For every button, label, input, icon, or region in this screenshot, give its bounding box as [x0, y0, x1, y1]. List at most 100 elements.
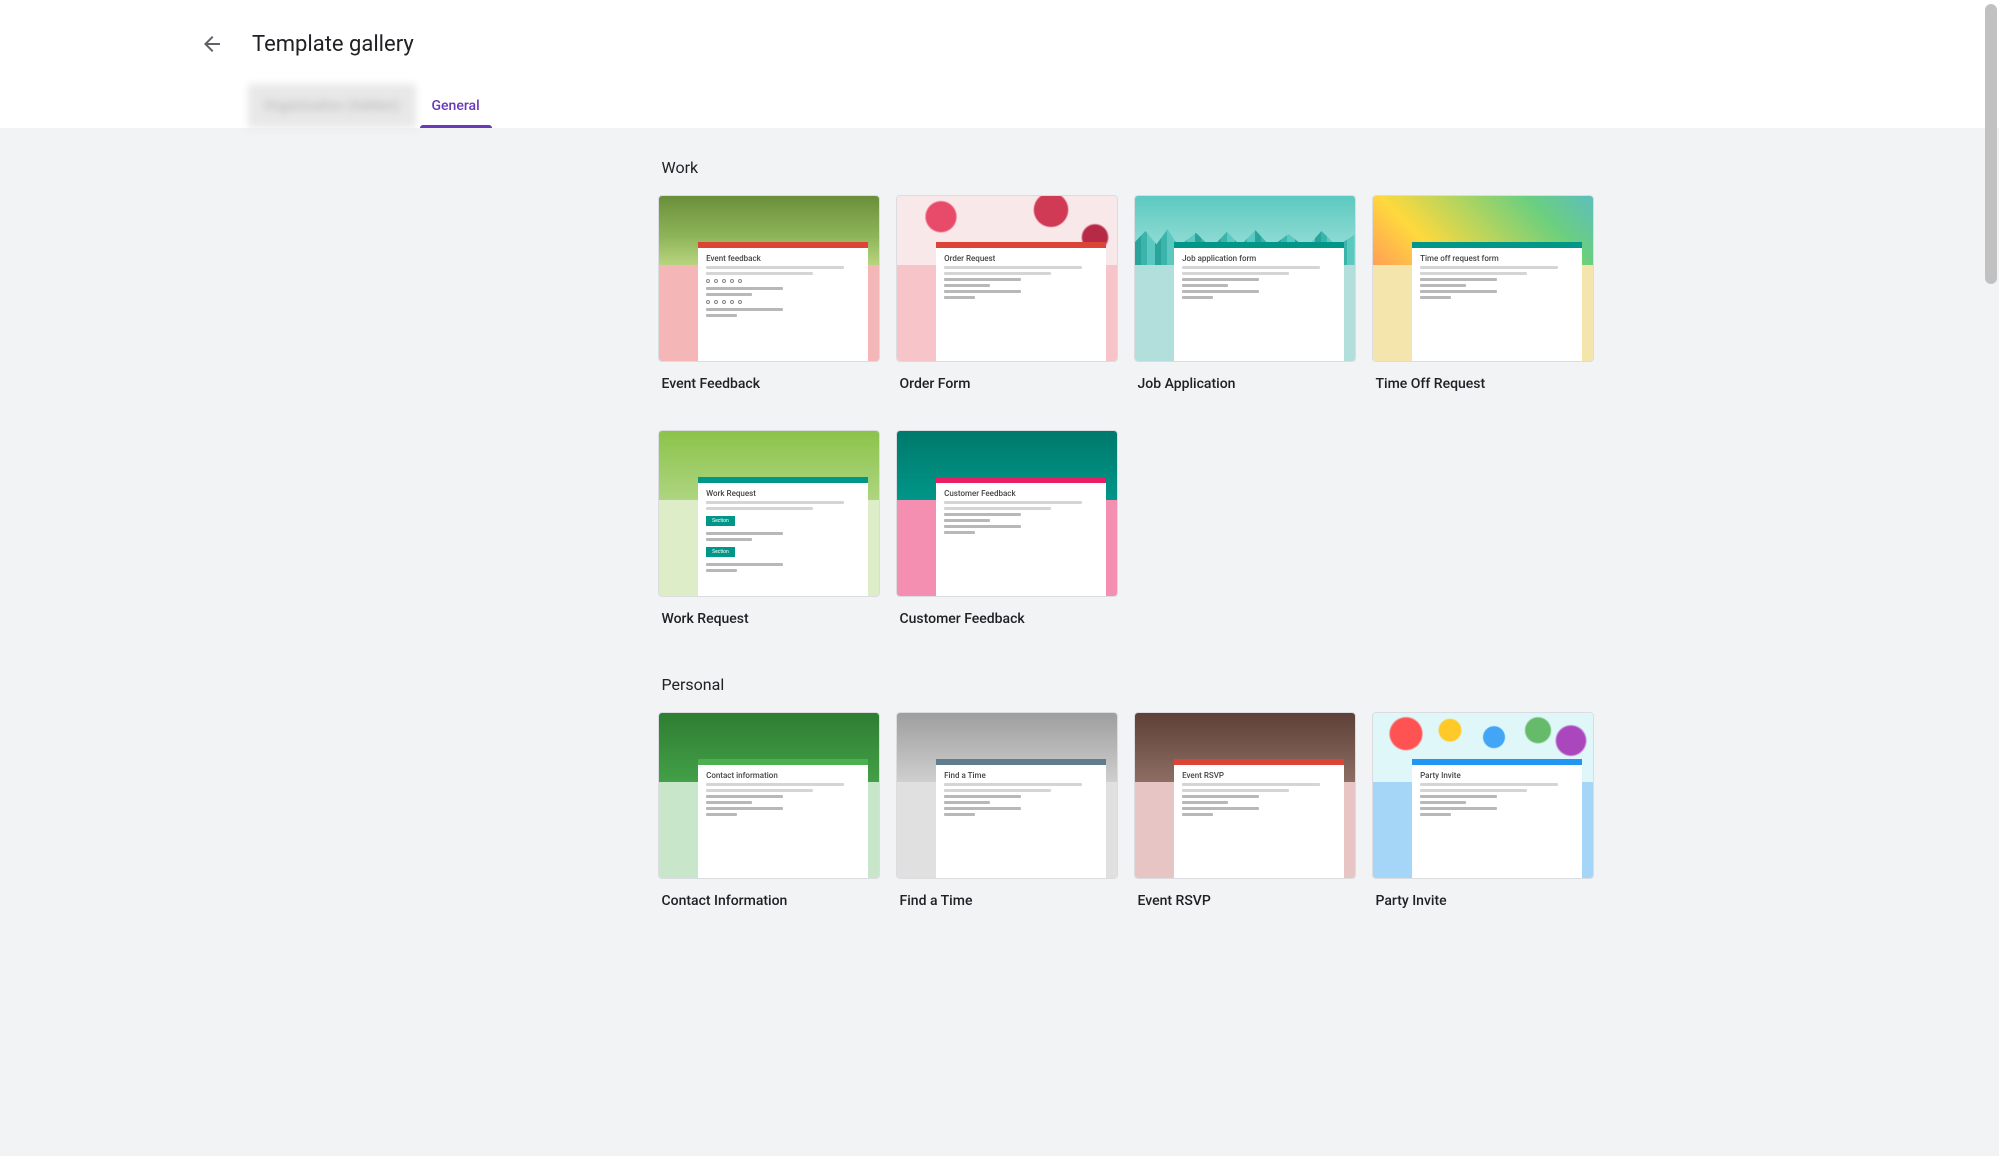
thumb-line: [706, 293, 752, 296]
header: Template gallery: [0, 0, 1999, 84]
template-thumb: Event RSVP: [1134, 712, 1356, 879]
template-card-event-rsvp[interactable]: Event RSVP Event RSVP: [1134, 712, 1356, 909]
template-title: Time Off Request: [1372, 376, 1594, 392]
thumb-line: [1420, 266, 1558, 269]
thumb-section-badge: Section: [706, 516, 735, 526]
template-card-job-application[interactable]: Job application form Job Application: [1134, 195, 1356, 392]
thumb-line: [706, 308, 783, 311]
thumb-form-title: Order Request: [944, 254, 1097, 263]
template-thumb: Work RequestSectionSection: [658, 430, 880, 597]
thumb-line: [706, 801, 752, 804]
template-title: Job Application: [1134, 376, 1356, 392]
thumb-line: [1420, 807, 1497, 810]
template-title: Event RSVP: [1134, 893, 1356, 909]
thumb-form-title: Event feedback: [706, 254, 859, 263]
thumb-line: [1420, 296, 1451, 299]
template-title: Party Invite: [1372, 893, 1594, 909]
thumb-line: [1182, 272, 1289, 275]
thumb-line: [944, 795, 1021, 798]
template-thumb: Find a Time: [896, 712, 1118, 879]
template-card-work-request[interactable]: Work RequestSectionSectionWork Request: [658, 430, 880, 627]
thumb-line: [1420, 272, 1527, 275]
thumb-line: [944, 807, 1021, 810]
thumb-line: [706, 789, 813, 792]
thumb-form-title: Event RSVP: [1182, 771, 1335, 780]
thumb-line: [1182, 266, 1320, 269]
tab-organization[interactable]: Organization (hidden): [248, 84, 416, 128]
thumb-line: [944, 296, 975, 299]
thumb-form-preview: Find a Time: [936, 759, 1105, 878]
template-title: Contact Information: [658, 893, 880, 909]
template-thumb: Event feedback: [658, 195, 880, 362]
tabs: Organization (hidden) General: [0, 84, 1999, 128]
template-thumb: Party Invite: [1372, 712, 1594, 879]
thumb-line: [706, 807, 783, 810]
thumb-form-preview: Job application form: [1174, 242, 1343, 361]
template-card-order-form[interactable]: Order Request Order Form: [896, 195, 1118, 392]
thumb-line: [944, 290, 1021, 293]
thumb-section-badge: Section: [706, 547, 735, 557]
grid-work: Event feedback Event Feedback Order Reques…: [658, 195, 1570, 627]
thumb-line: [944, 519, 990, 522]
thumb-form-preview: Event RSVP: [1174, 759, 1343, 878]
thumb-form-preview: Time off request form: [1412, 242, 1581, 361]
thumb-line: [1182, 807, 1259, 810]
thumb-form-title: Job application form: [1182, 254, 1335, 263]
template-title: Work Request: [658, 611, 880, 627]
thumb-line: [1420, 278, 1497, 281]
arrow-left-icon: [200, 32, 224, 56]
thumb-line: [706, 563, 783, 566]
thumb-line: [1182, 290, 1259, 293]
thumb-rating-row: [706, 279, 859, 283]
thumb-line: [1420, 813, 1451, 816]
thumb-line: [1420, 801, 1466, 804]
template-thumb: Job application form: [1134, 195, 1356, 362]
thumb-line: [944, 278, 1021, 281]
scrollbar-thumb[interactable]: [1985, 4, 1997, 284]
thumb-line: [1420, 783, 1558, 786]
thumb-line: [1182, 789, 1289, 792]
thumb-line: [1420, 290, 1497, 293]
thumb-form-preview: Event feedback: [698, 242, 867, 361]
content-area: Work Event feedbackEvent FeedbackOrder R…: [0, 128, 1999, 1156]
template-title: Order Form: [896, 376, 1118, 392]
thumb-line: [944, 531, 975, 534]
template-title: Customer Feedback: [896, 611, 1118, 627]
back-button[interactable]: [188, 20, 236, 68]
thumb-line: [706, 783, 844, 786]
template-card-contact-information[interactable]: Contact information Contact Information: [658, 712, 880, 909]
template-card-time-off-request[interactable]: Time off request form Time Off Request: [1372, 195, 1594, 392]
thumb-form-title: Time off request form: [1420, 254, 1573, 263]
template-card-party-invite[interactable]: Party Invite Party Invite: [1372, 712, 1594, 909]
thumb-form-title: Contact information: [706, 771, 859, 780]
template-thumb: Order Request: [896, 195, 1118, 362]
tab-general[interactable]: General: [416, 84, 496, 128]
thumb-form-preview: Contact information: [698, 759, 867, 878]
thumb-line: [944, 284, 990, 287]
thumb-line: [944, 501, 1082, 504]
scrollbar[interactable]: [1985, 0, 1997, 1144]
thumb-line: [706, 314, 737, 317]
template-title: Event Feedback: [658, 376, 880, 392]
thumb-line: [944, 513, 1021, 516]
thumb-line: [1182, 278, 1259, 281]
template-thumb: Customer Feedback: [896, 430, 1118, 597]
thumb-line: [706, 532, 783, 535]
thumb-line: [1182, 296, 1213, 299]
thumb-form-title: Customer Feedback: [944, 489, 1097, 498]
thumb-line: [944, 525, 1021, 528]
thumb-form-preview: Customer Feedback: [936, 477, 1105, 596]
thumb-line: [1182, 801, 1228, 804]
thumb-line: [706, 266, 844, 269]
thumb-line: [706, 569, 737, 572]
thumb-form-preview: Party Invite: [1412, 759, 1581, 878]
thumb-line: [1420, 789, 1527, 792]
template-card-event-feedback[interactable]: Event feedback Event Feedback: [658, 195, 880, 392]
section-title-personal: Personal: [662, 675, 1570, 694]
thumb-line: [944, 789, 1051, 792]
template-card-find-a-time[interactable]: Find a TimeFind a Time: [896, 712, 1118, 909]
template-card-customer-feedback[interactable]: Customer Feedback Customer Feedback: [896, 430, 1118, 627]
thumb-line: [706, 287, 783, 290]
thumb-line: [706, 507, 813, 510]
thumb-form-preview: Order Request: [936, 242, 1105, 361]
